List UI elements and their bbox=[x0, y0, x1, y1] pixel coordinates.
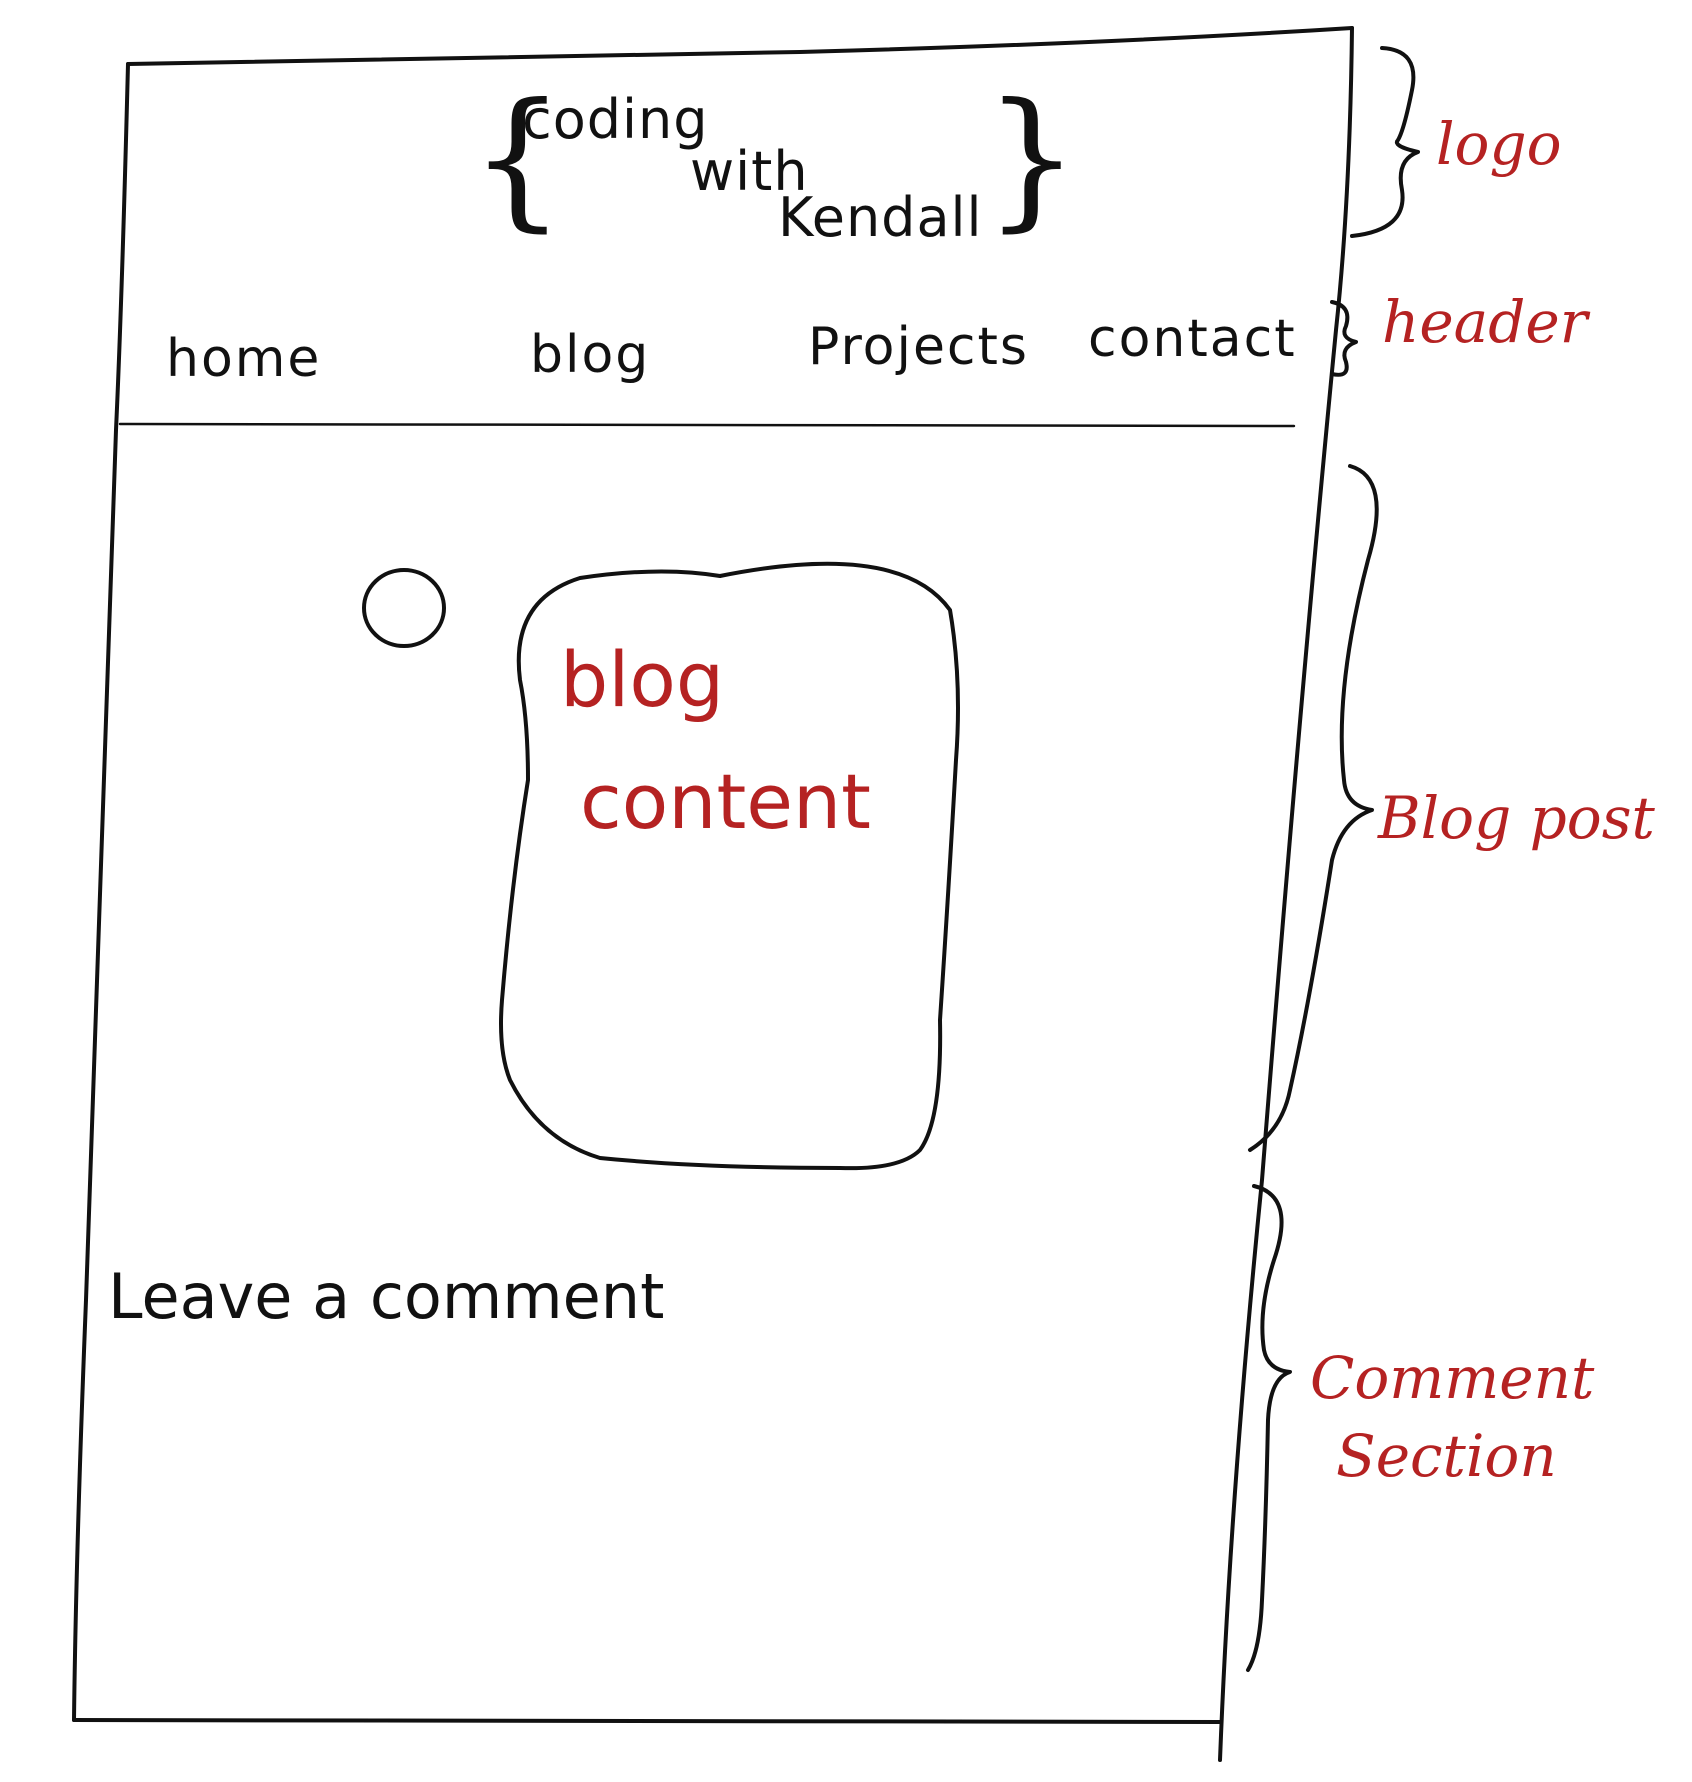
page-frame-top bbox=[126, 26, 1354, 66]
logo[interactable]: { coding with Kendall } bbox=[470, 72, 1079, 249]
nav-item-projects[interactable]: Projects bbox=[808, 317, 1029, 377]
logo-annotation-brace bbox=[1350, 46, 1420, 238]
header-annotation-label: header bbox=[1382, 288, 1591, 356]
blog-content-label-line1: blog bbox=[560, 635, 724, 724]
author-avatar bbox=[362, 568, 446, 648]
logo-annotation-label: logo bbox=[1436, 110, 1562, 178]
comment-section-annotation-label-line1: Comment bbox=[1310, 1344, 1595, 1412]
nav-item-blog[interactable]: blog bbox=[530, 325, 650, 385]
wireframe-sketch: { coding with Kendall } home blog Projec… bbox=[72, 26, 1655, 1762]
comment-section-annotation-label-line2: Section bbox=[1336, 1422, 1557, 1490]
logo-line-kendall: Kendall bbox=[778, 186, 983, 249]
page-frame-right bbox=[1218, 26, 1354, 1762]
blog-post-annotation-label: Blog post bbox=[1377, 784, 1655, 852]
nav-item-contact[interactable]: contact bbox=[1088, 309, 1297, 369]
page-frame-left bbox=[72, 62, 130, 1722]
blog-content-label-line2: content bbox=[580, 757, 871, 846]
header-divider bbox=[118, 422, 1296, 428]
nav-bar: home blog Projects contact bbox=[166, 309, 1297, 389]
page-frame-bottom bbox=[72, 1718, 1222, 1724]
logo-line-coding: coding bbox=[522, 88, 709, 151]
nav-item-home[interactable]: home bbox=[166, 329, 321, 389]
logo-brace-right: } bbox=[984, 72, 1079, 246]
comment-heading: Leave a comment bbox=[108, 1260, 664, 1333]
